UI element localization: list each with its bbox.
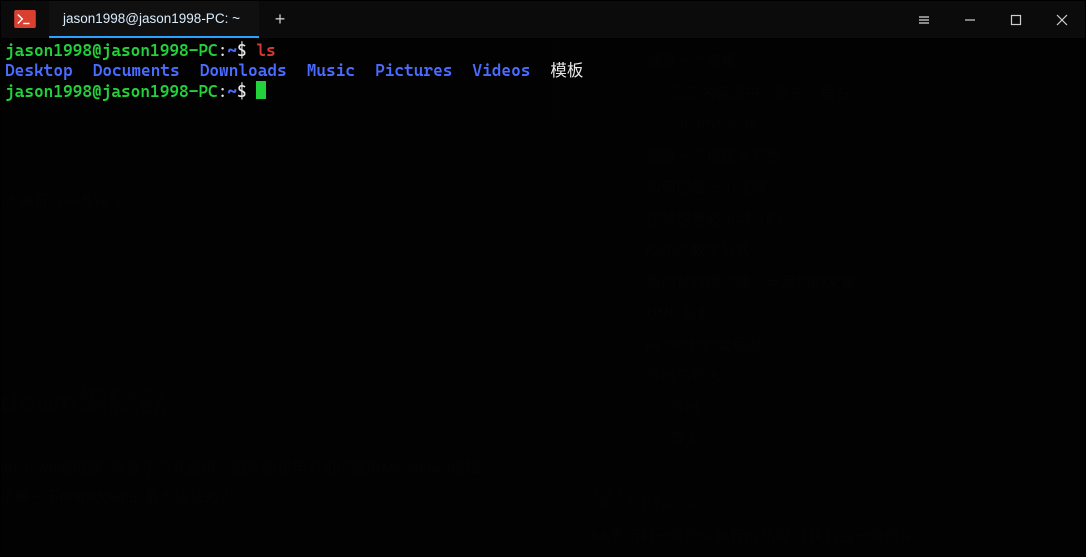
command-ls: ls xyxy=(256,41,275,60)
dir-entry: Videos xyxy=(472,61,530,80)
close-button[interactable] xyxy=(1039,1,1085,38)
prompt-path: ~ xyxy=(227,41,237,60)
close-icon xyxy=(1056,14,1068,26)
maximize-icon xyxy=(1010,14,1022,26)
dir-entry: Pictures xyxy=(375,61,452,80)
minimize-icon xyxy=(964,14,976,26)
app-icon xyxy=(1,1,49,38)
prompt-dollar: $ xyxy=(237,41,247,60)
menu-button[interactable] xyxy=(901,1,947,38)
new-tab-button[interactable]: + xyxy=(259,1,301,38)
ls-output: Desktop Documents Downloads Music Pictures Vi… xyxy=(5,61,583,80)
terminal-body[interactable]: jason1998@jason1998-PC:~$ ls DesktopDocu… xyxy=(5,41,1081,552)
prompt-userhost-2: jason1998@jason1998-PC xyxy=(5,82,218,101)
prompt-path-2: ~ xyxy=(227,82,237,101)
hamburger-icon xyxy=(917,13,931,27)
prompt-dollar-2: $ xyxy=(237,82,247,101)
minimize-button[interactable] xyxy=(947,1,993,38)
dir-entry: Documents xyxy=(93,61,180,80)
plus-icon: + xyxy=(275,9,286,30)
dir-entry: Music xyxy=(307,61,355,80)
prompt-sep: : xyxy=(218,41,228,60)
prompt-sep-2: : xyxy=(218,82,228,101)
tab-title: jason1998@jason1998-PC: ~ xyxy=(63,11,240,26)
tab-active[interactable]: jason1998@jason1998-PC: ~ xyxy=(49,1,259,38)
dir-entry: Desktop xyxy=(5,61,73,80)
dir-entry: Downloads xyxy=(200,61,287,80)
maximize-button[interactable] xyxy=(993,1,1039,38)
cursor xyxy=(256,81,266,99)
terminal-window: jason1998@jason1998-PC: ~ + jason1998@ xyxy=(0,0,1086,557)
prompt-userhost: jason1998@jason1998-PC xyxy=(5,41,218,60)
dir-entry: 模板 xyxy=(550,61,583,80)
titlebar: jason1998@jason1998-PC: ~ + xyxy=(1,1,1085,39)
